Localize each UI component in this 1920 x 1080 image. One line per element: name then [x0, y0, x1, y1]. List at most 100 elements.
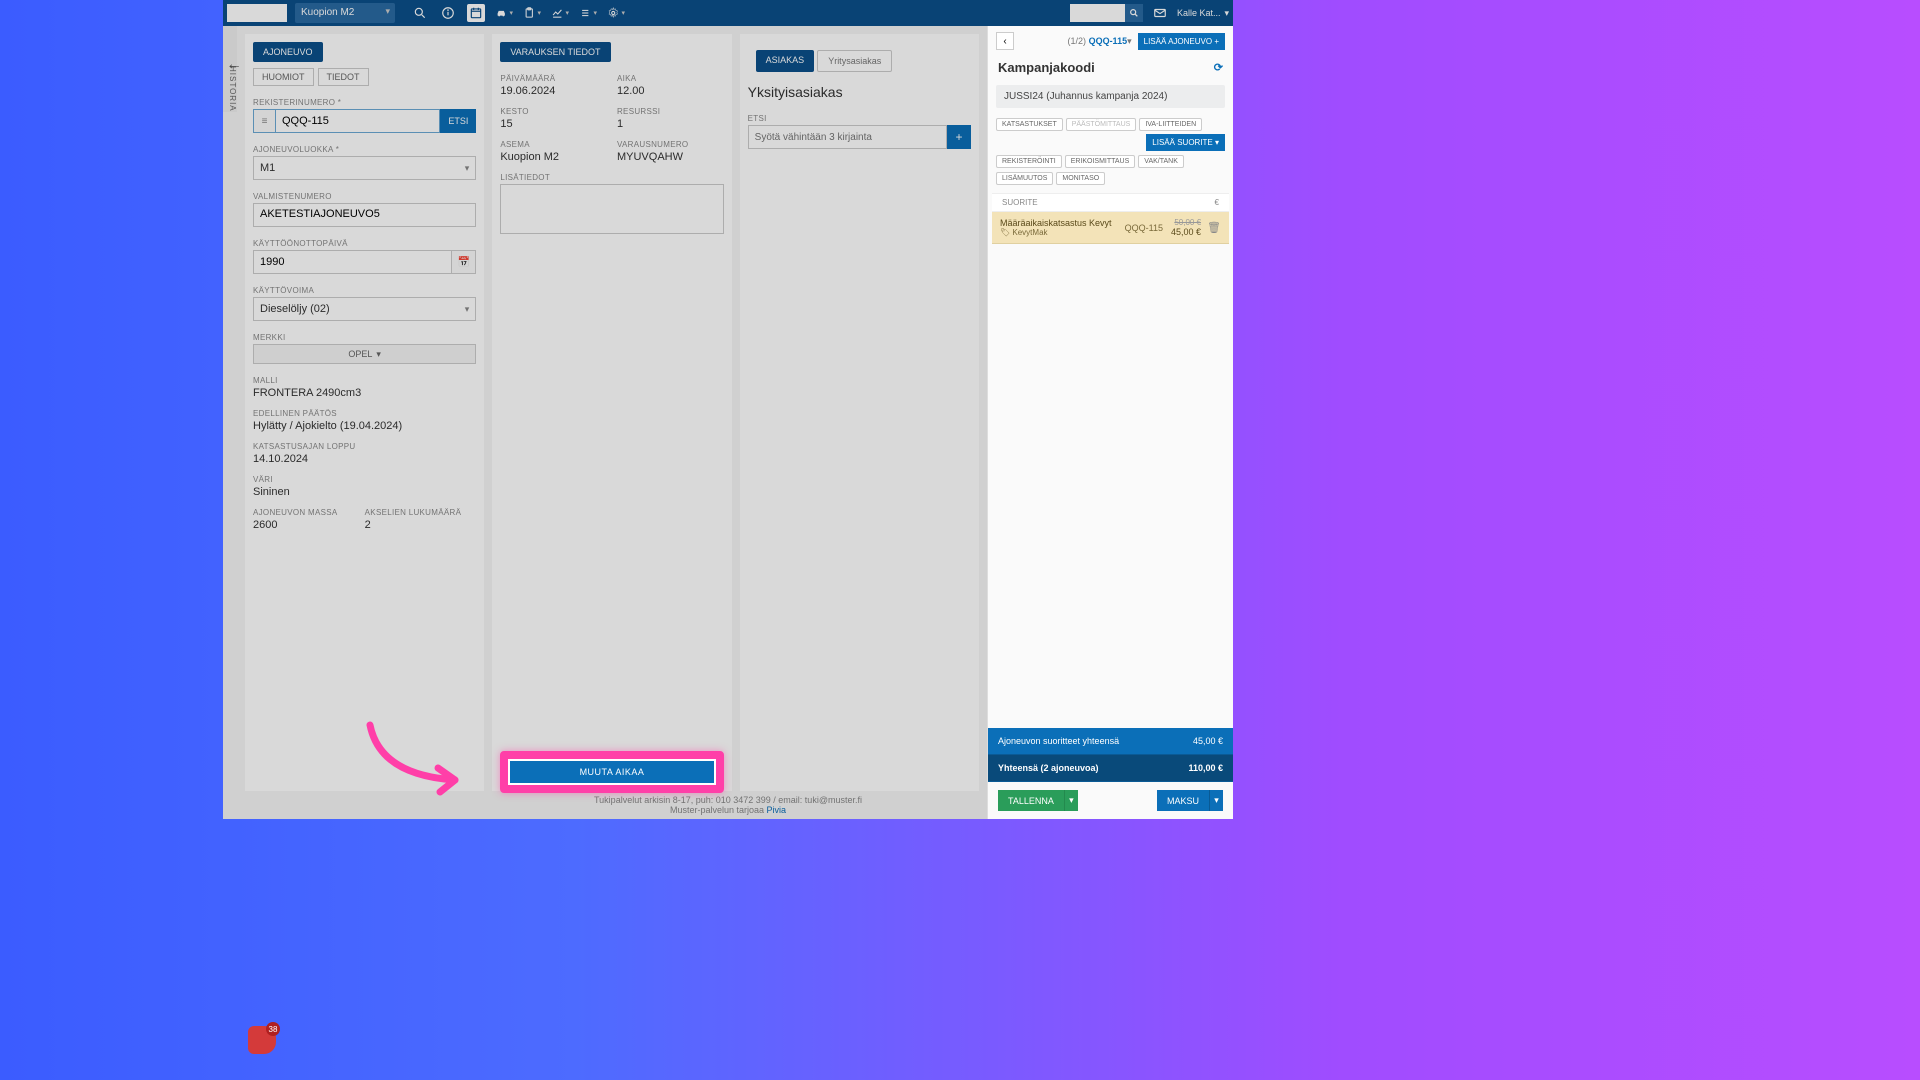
inspection-end-label: KATSASTUSAJAN LOPPU [253, 442, 476, 451]
kayttopv-label: KÄYTTÖÖNOTTOPÄIVÄ [253, 239, 476, 248]
clipboard-icon[interactable] [523, 4, 541, 22]
customer-search-input[interactable] [748, 125, 947, 149]
vehicle-subtotal: Ajoneuvon suoritteet yhteensä45,00 € [988, 728, 1233, 755]
pay-dropdown[interactable]: ▾ [1209, 790, 1223, 811]
mass-value: 2600 [253, 519, 357, 531]
addinfo-textarea[interactable] [500, 184, 723, 234]
vin-label: VALMISTENUMERO [253, 192, 476, 201]
prev-decision-label: EDELLINEN PÄÄTÖS [253, 409, 476, 418]
kayttopv-input[interactable] [253, 250, 452, 274]
vehicle-tab[interactable]: AJONEUVO [253, 42, 323, 62]
color-label: VÄRI [253, 475, 476, 484]
change-time-button[interactable]: MUUTA AIKAA [508, 759, 715, 785]
tiedot-tab[interactable]: TIEDOT [318, 68, 369, 86]
chart-icon[interactable] [551, 4, 569, 22]
location-select[interactable]: Kuopion M2 [295, 3, 395, 23]
car-icon[interactable] [495, 4, 513, 22]
make-button[interactable]: OPEL ▾ [253, 344, 476, 364]
color-value: Sininen [253, 486, 476, 498]
model-label: MALLI [253, 376, 476, 385]
save-button[interactable]: TALLENNA [998, 790, 1064, 811]
suorite-header: SUORITE [1002, 198, 1038, 207]
vin-input[interactable]: AKETESTIAJONEUVO5 [253, 203, 476, 227]
make-label: MERKKI [253, 333, 476, 342]
fuel-select[interactable]: Dieselöljy (02) [253, 297, 476, 321]
panel-back-button[interactable]: ‹ [996, 32, 1014, 50]
gear-icon[interactable] [607, 4, 625, 22]
calendar-picker-icon[interactable]: 📅 [452, 250, 476, 274]
fuel-label: KÄYTTÖVOIMA [253, 286, 476, 295]
refresh-icon[interactable]: ⟳ [1214, 61, 1223, 74]
resource-value: 1 [617, 118, 716, 130]
date-label: PÄIVÄMÄÄRÄ [500, 74, 599, 83]
add-vehicle-button[interactable]: LISÄÄ AJONEUVO + [1138, 33, 1225, 50]
station-label: ASEMA [500, 140, 599, 149]
change-time-highlight: MUUTA AIKAA [500, 751, 723, 793]
notification-widget[interactable]: 38 [248, 1026, 276, 1054]
chip[interactable]: VAK/TANK [1138, 155, 1184, 168]
station-value: Kuopion M2 [500, 151, 599, 163]
vehicle-panel: AJONEUVO HUOMIOT TIEDOT REKISTERINUMERO … [245, 34, 484, 811]
vehicle-counter[interactable]: (1/2) QQQ-115▾ [1068, 36, 1132, 47]
addinfo-label: LISÄTIEDOT [500, 173, 723, 182]
header-search-button[interactable] [1125, 4, 1143, 22]
pay-button[interactable]: MAKSU [1157, 790, 1209, 811]
mass-label: AJONEUVON MASSA [253, 508, 357, 517]
axles-label: AKSELIEN LUKUMÄÄRÄ [365, 508, 469, 517]
date-value: 19.06.2024 [500, 85, 599, 97]
chip[interactable]: MONITASO [1056, 172, 1105, 185]
search-icon[interactable] [411, 4, 429, 22]
model-value: FRONTERA 2490cm3 [253, 387, 476, 399]
duration-value: 15 [500, 118, 599, 130]
add-customer-button[interactable]: + [947, 125, 971, 149]
info-icon[interactable] [439, 4, 457, 22]
class-select[interactable]: M1 [253, 156, 476, 180]
save-dropdown[interactable]: ▾ [1064, 790, 1078, 811]
line-item[interactable]: Määräaikaiskatsastus Kevyt 🏷 KevytMak QQ… [992, 212, 1229, 244]
trash-icon[interactable]: 🗑 [1207, 221, 1221, 234]
campaign-title: Kampanjakoodi [998, 60, 1095, 75]
customer-panel: ASIAKAS Yritysasiakas Yksityisasiakas ET… [740, 34, 979, 811]
booking-no-value: MYUVQAHW [617, 151, 716, 163]
customer-tab[interactable]: ASIAKAS [756, 50, 815, 72]
chip[interactable]: LISÄMUUTOS [996, 172, 1053, 185]
duration-label: KESTO [500, 107, 599, 116]
calendar-icon[interactable] [467, 4, 485, 22]
axles-value: 2 [365, 519, 469, 531]
add-suorite-button[interactable]: LISÄÄ SUORITE ▾ [1146, 134, 1225, 151]
booking-tab[interactable]: VARAUKSEN TIEDOT [500, 42, 610, 62]
customer-search-label: ETSI [748, 114, 971, 123]
booking-panel: VARAUKSEN TIEDOT PÄIVÄMÄÄRÄ 19.06.2024 A… [492, 34, 731, 811]
reg-input[interactable] [275, 109, 440, 133]
list-icon[interactable] [579, 4, 597, 22]
chip[interactable]: IVA-LIITTEIDEN [1139, 118, 1202, 131]
customer-type-heading: Yksityisasiakas [748, 84, 971, 100]
chip[interactable]: REKISTERÖINTI [996, 155, 1062, 168]
grand-total: Yhteensä (2 ajoneuvoa)110,00 € [988, 755, 1233, 782]
reg-label: REKISTERINUMERO * [253, 98, 476, 107]
header-search[interactable] [1070, 4, 1143, 22]
class-label: AJONEUVOLUOKKA * [253, 145, 476, 154]
campaign-code[interactable]: JUSSI24 (Juhannus kampanja 2024) [996, 85, 1225, 108]
time-label: AIKA [617, 74, 716, 83]
back-arrow-icon[interactable]: ← [226, 56, 242, 74]
user-menu[interactable]: Kalle Kat... ▾ [1177, 8, 1229, 19]
right-panel: ‹ (1/2) QQQ-115▾ LISÄÄ AJONEUVO + Kampan… [987, 26, 1233, 819]
booking-no-label: VARAUSNUMERO [617, 140, 716, 149]
reg-prefix-icon: ≡ [253, 109, 275, 133]
header-search-input[interactable] [1070, 4, 1125, 22]
prev-decision-value: Hylätty / Ajokielto (19.04.2024) [253, 420, 476, 432]
chip[interactable]: KATSASTUKSET [996, 118, 1063, 131]
resource-label: RESURSSI [617, 107, 716, 116]
huomiot-tab[interactable]: HUOMIOT [253, 68, 314, 86]
price-header: € [1215, 198, 1219, 207]
time-value: 12.00 [617, 85, 716, 97]
inspection-end-value: 14.10.2024 [253, 453, 476, 465]
footer-link[interactable]: Pivia [767, 805, 787, 815]
search-reg-button[interactable]: ETSI [440, 109, 476, 133]
chip[interactable]: PÄÄSTÖMITTAUS [1066, 118, 1137, 131]
logo [227, 4, 287, 22]
business-customer-tab[interactable]: Yritysasiakas [817, 50, 892, 72]
mail-icon[interactable] [1151, 4, 1169, 22]
chip[interactable]: ERIKOISMITTAUS [1065, 155, 1136, 168]
